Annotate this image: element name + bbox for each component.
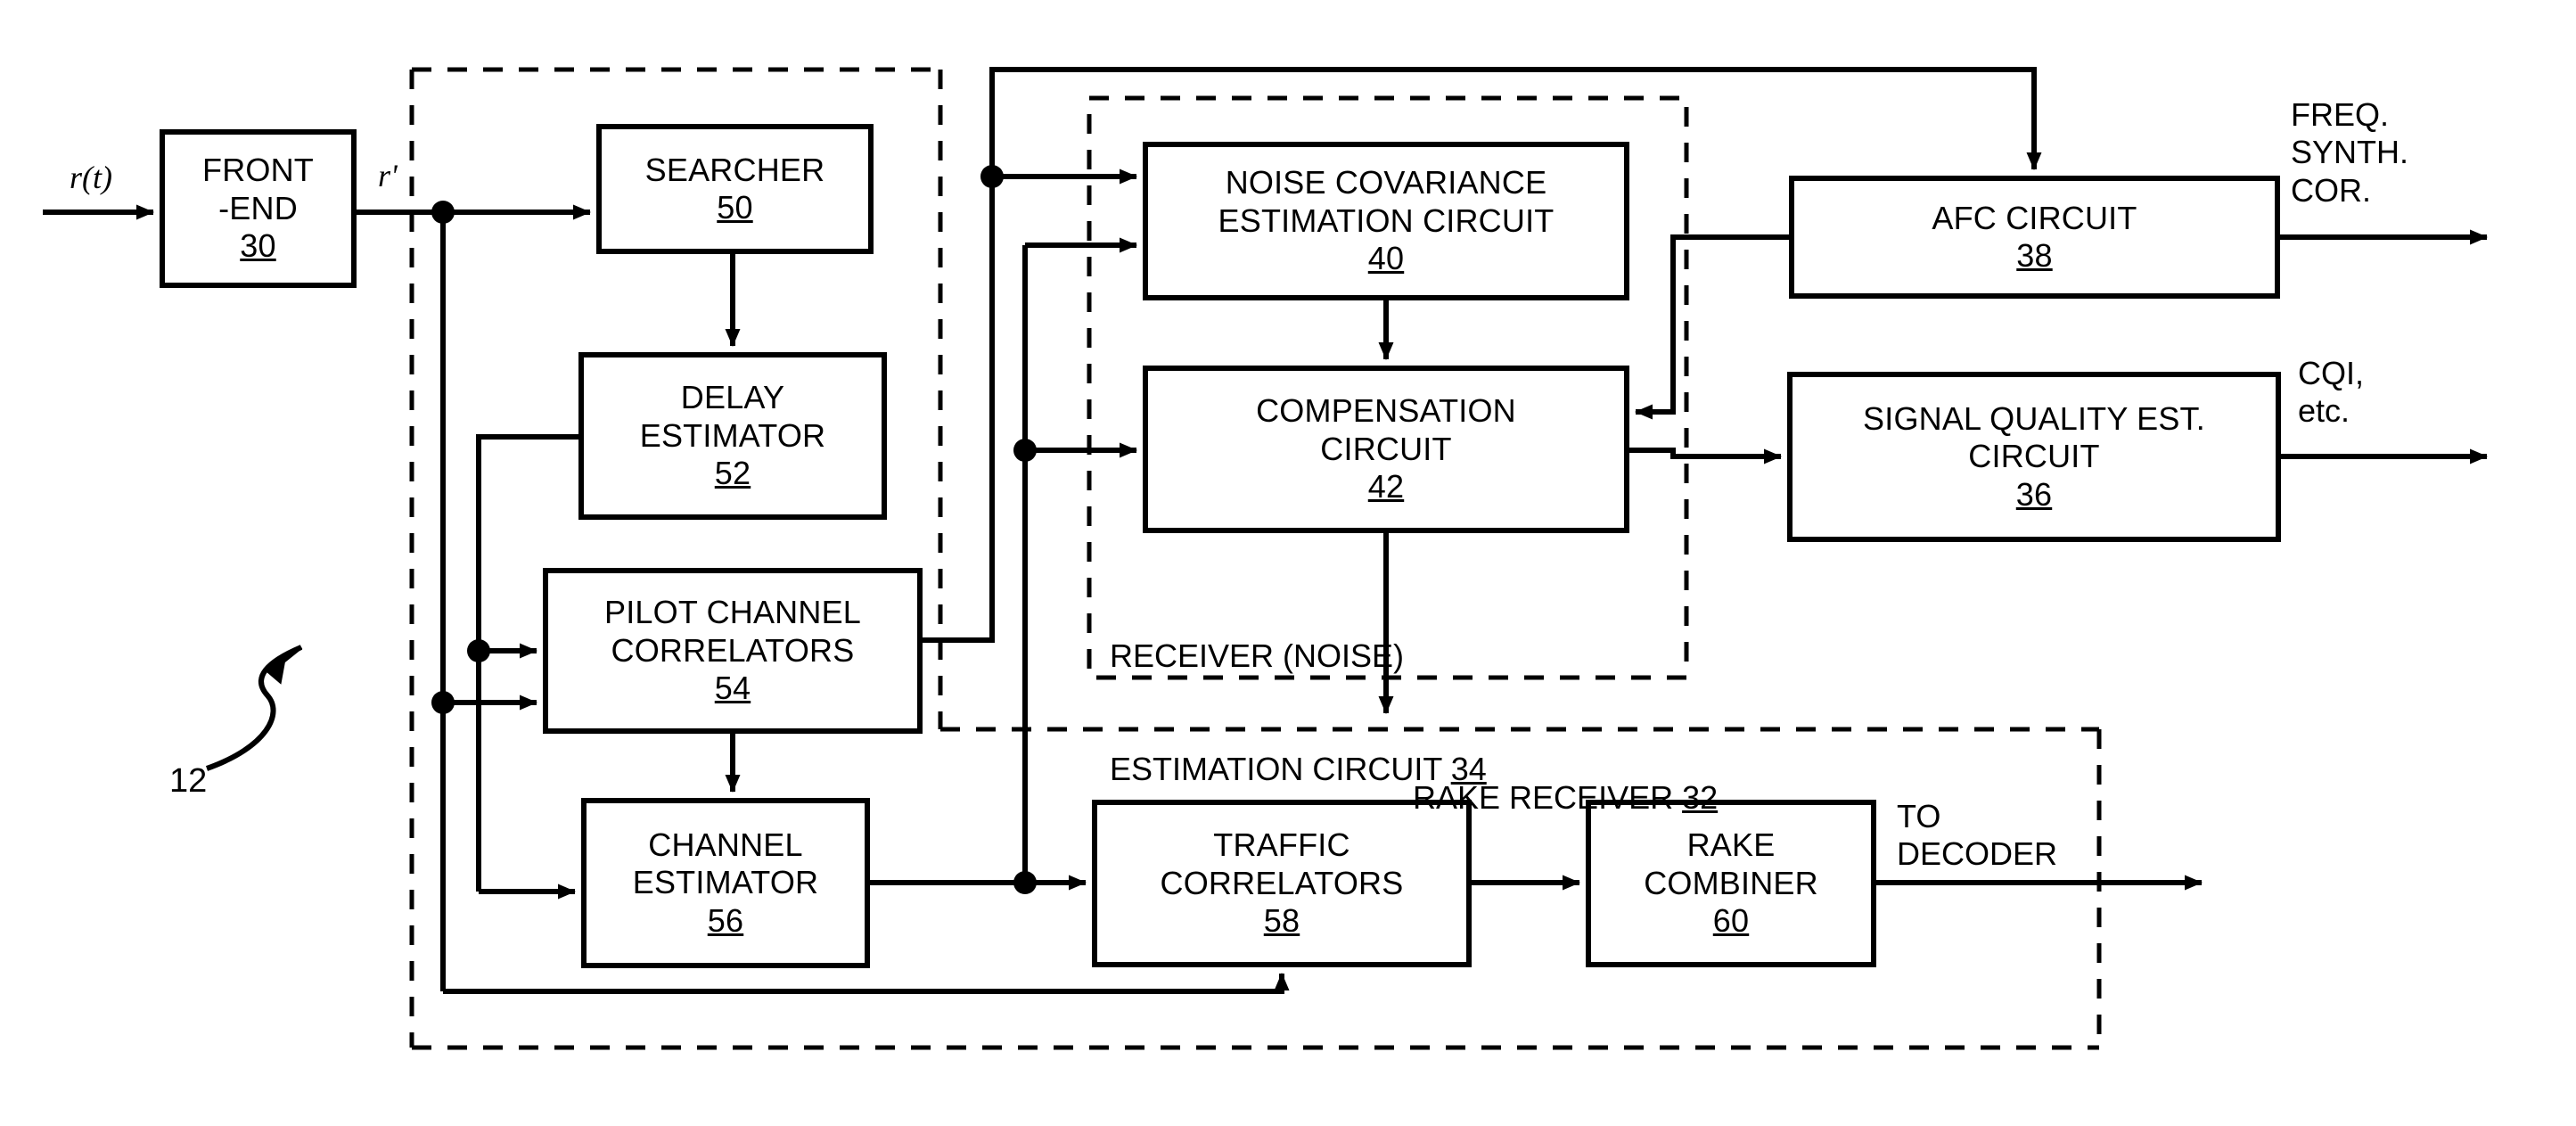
wire-r-prime-to-traffic-correlators [443,973,1290,994]
junction-r-prime-pilot [431,691,455,714]
rake-receiver-label: RAKE RECEIVER 32 [1377,742,1718,855]
channel-estimator-block-outline [581,798,870,968]
compensation-block-outline [1143,366,1629,533]
figure-reference-12: 12 [169,762,207,801]
reference-leader-12 [206,645,303,771]
intermediate-signal-text: r' [378,158,398,193]
freq-synth-cor-label: FREQ. SYNTH. COR. [2291,96,2408,210]
receiver-noise-label-line-1: RECEIVER (NOISE) [1110,637,1405,674]
front-end-block-outline [160,129,357,288]
rake-receiver-ref: 32 [1682,779,1719,817]
cqi-etc-label: CQI, etc. [2298,355,2364,431]
intermediate-signal-label: r' [378,157,398,194]
junction-channel-est-compensation [1013,439,1037,462]
rake-receiver-label-text: RAKE RECEIVER [1413,779,1683,817]
wire-afc-to-compensation [1635,234,1749,420]
input-signal-text: r(t) [70,160,112,195]
to-decoder-label: TO DECODER [1897,798,2057,874]
wire-compensation-to-signal-quality [1627,448,1782,464]
signal-quality-block-outline [1787,372,2281,542]
cqi-etc-text: CQI, etc. [2298,355,2365,430]
junction-pilot-out [980,165,1004,188]
to-decoder-text: TO DECODER [1897,798,2058,873]
diagram-canvas: FRONT -END 30 SEARCHER 50 DELAY ESTIMATO… [0,0,2576,1126]
searcher-block-outline [596,124,874,254]
input-signal-label: r(t) [70,159,112,196]
delay-estimator-block-outline [578,352,887,520]
junction-channel-est-traffic [1013,871,1037,894]
junction-delay-pilot [467,639,490,662]
junction-r-prime-main [431,201,455,224]
noise-covariance-block-outline [1143,142,1629,300]
pilot-correlators-block-outline [543,568,923,734]
freq-synth-cor-text: FREQ. SYNTH. COR. [2291,96,2409,209]
afc-block-outline [1789,176,2280,299]
figure-reference-text: 12 [169,762,208,800]
